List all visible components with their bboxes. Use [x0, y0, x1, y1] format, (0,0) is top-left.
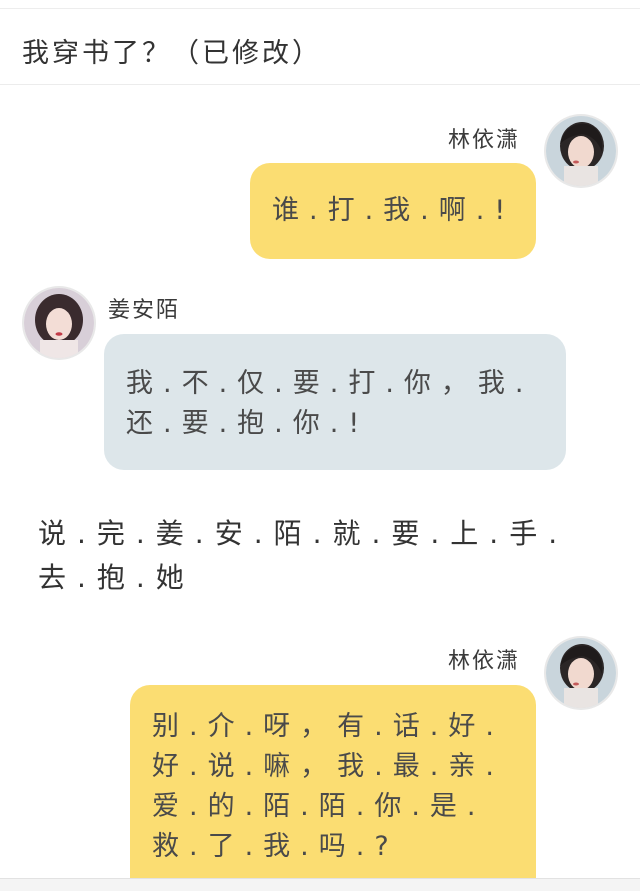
avatar-lin[interactable]	[546, 638, 616, 708]
speaker-name-jiang: 姜安陌	[108, 298, 181, 323]
message-bubble: 别.介.呀，有.话.好.好.说.嘛，我.最.亲.爱.的.陌.陌.你.是.救.了.…	[130, 685, 536, 885]
narration-text: 说.完.姜.安.陌.就.要.上.手.去.抱.她	[38, 517, 569, 594]
top-divider	[0, 0, 640, 9]
avatar-lin[interactable]	[546, 116, 616, 186]
speaker-name-lin: 林依潇	[448, 128, 521, 153]
page-title: 我穿书了？（已修改）	[22, 38, 322, 69]
title-bar: 我穿书了？（已修改）	[0, 9, 640, 85]
speaker-name-lin: 林依潇	[448, 649, 521, 674]
avatar-jiang[interactable]	[24, 288, 94, 358]
message-bubble: 我.不.仅.要.打.你，我.还.要.抱.你.!	[104, 334, 566, 470]
message-bubble: 谁.打.我.啊.!	[250, 163, 536, 259]
bottom-bar	[0, 878, 640, 891]
